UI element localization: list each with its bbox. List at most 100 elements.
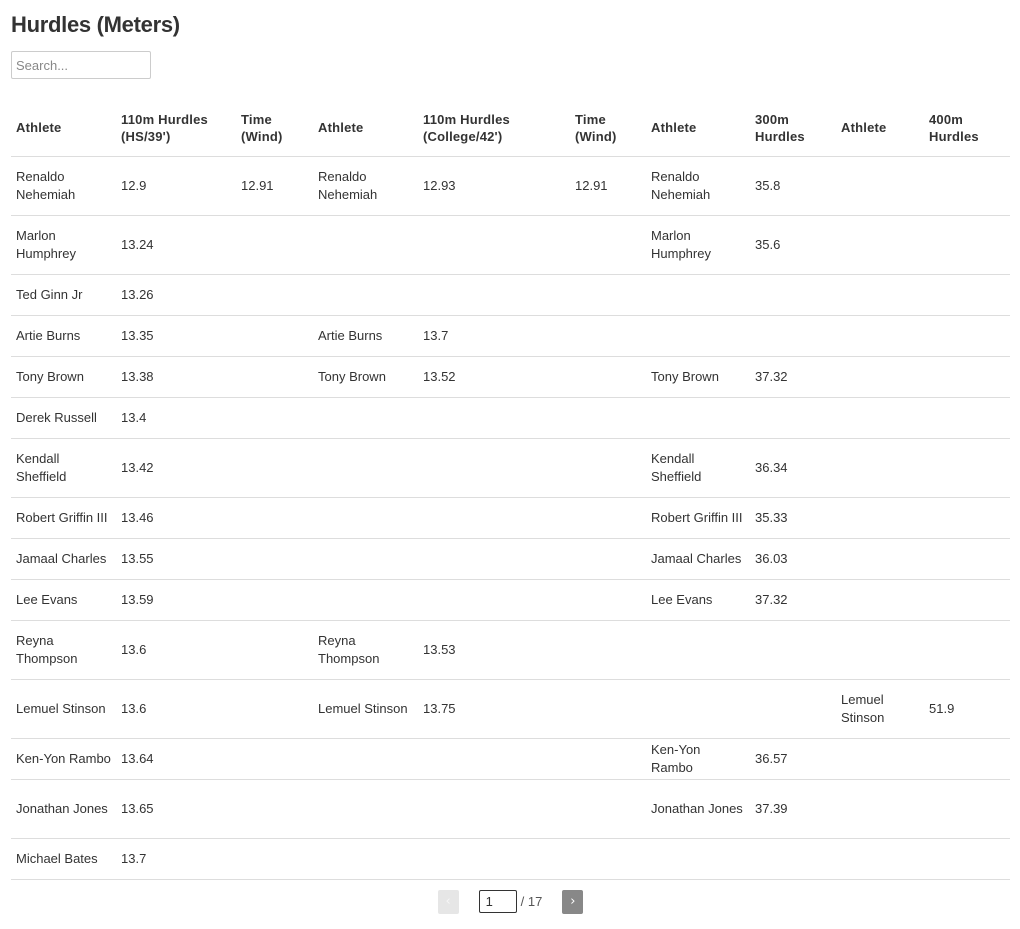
time-cell bbox=[570, 620, 646, 680]
column-header[interactable]: 300m Hurdles bbox=[750, 100, 836, 157]
chevron-left-icon: ‹ bbox=[445, 893, 451, 909]
time-cell: 13.55 bbox=[116, 538, 236, 580]
column-header-label: 400m bbox=[929, 111, 964, 127]
table-row: Marlon Humphrey 13.24 Marlon Humphrey 35.6 bbox=[11, 215, 1010, 275]
time-cell bbox=[236, 538, 313, 580]
time-cell bbox=[570, 779, 646, 839]
table-row: Jamaal Charles 13.55 Jamaal Charles 36.03 bbox=[11, 538, 1010, 580]
hurdles-table: Athlete 110m Hurdles (HS/39') Time (Wind) Ath… bbox=[11, 100, 1010, 880]
column-header[interactable]: Time (Wind) bbox=[236, 100, 313, 157]
time-cell bbox=[570, 274, 646, 316]
table-row: Tony Brown 13.38 Tony Brown 13.52 Tony Brown… bbox=[11, 356, 1010, 398]
athlete-cell bbox=[836, 738, 924, 780]
athlete-cell bbox=[836, 538, 924, 580]
time-cell: 13.7 bbox=[418, 315, 570, 357]
time-cell bbox=[750, 838, 836, 880]
time-cell bbox=[570, 497, 646, 539]
athlete-cell: Reyna Thompson bbox=[313, 620, 418, 680]
page-number-input[interactable] bbox=[478, 890, 517, 913]
time-cell: 13.24 bbox=[116, 215, 236, 275]
column-header[interactable]: 110m Hurdles (College/42') bbox=[418, 100, 570, 157]
time-cell bbox=[924, 215, 1010, 275]
time-cell bbox=[924, 356, 1010, 398]
time-cell bbox=[418, 738, 570, 780]
time-cell: 37.39 bbox=[750, 779, 836, 839]
time-cell bbox=[418, 779, 570, 839]
time-cell: 13.26 bbox=[116, 274, 236, 316]
athlete-cell bbox=[646, 274, 750, 316]
time-cell: 35.33 bbox=[750, 497, 836, 539]
table-row: Ken-Yon Rambo 13.64 Ken-Yon Rambo 36.57 bbox=[11, 738, 1010, 780]
time-cell bbox=[570, 215, 646, 275]
athlete-cell bbox=[836, 315, 924, 357]
prev-page-button[interactable]: ‹ bbox=[437, 889, 459, 914]
time-cell bbox=[924, 620, 1010, 680]
time-cell bbox=[924, 438, 1010, 498]
time-cell bbox=[570, 679, 646, 739]
time-cell bbox=[570, 538, 646, 580]
athlete-cell: Artie Burns bbox=[11, 315, 116, 357]
table-row: Reyna Thompson 13.6 Reyna Thompson 13.53 bbox=[11, 620, 1010, 680]
header-row: Athlete 110m Hurdles (HS/39') Time (Wind) Ath… bbox=[11, 100, 1010, 157]
column-header-label: 110m Hurdles bbox=[121, 111, 208, 127]
athlete-cell: Jonathan Jones bbox=[646, 779, 750, 839]
time-cell: 13.64 bbox=[116, 738, 236, 780]
time-cell: 36.03 bbox=[750, 538, 836, 580]
column-header-label: 300m bbox=[755, 111, 790, 127]
column-header-label: Athlete bbox=[841, 120, 887, 136]
time-cell bbox=[418, 274, 570, 316]
time-cell: 37.32 bbox=[750, 356, 836, 398]
time-cell: 36.34 bbox=[750, 438, 836, 498]
athlete-cell bbox=[313, 738, 418, 780]
search-input[interactable] bbox=[11, 51, 151, 79]
table-row: Lee Evans 13.59 Lee Evans 37.32 bbox=[11, 579, 1010, 621]
athlete-cell: Renaldo Nehemiah bbox=[11, 156, 116, 216]
column-header-label: 110m Hurdles bbox=[423, 111, 510, 127]
time-cell: 35.6 bbox=[750, 215, 836, 275]
athlete-cell bbox=[313, 538, 418, 580]
column-header-label: Athlete bbox=[651, 120, 697, 136]
athlete-cell bbox=[646, 620, 750, 680]
athlete-cell: Tony Brown bbox=[313, 356, 418, 398]
time-cell: 37.32 bbox=[750, 579, 836, 621]
time-cell bbox=[924, 397, 1010, 439]
column-header[interactable]: Athlete bbox=[313, 100, 418, 157]
time-cell bbox=[924, 538, 1010, 580]
column-header[interactable]: 110m Hurdles (HS/39') bbox=[116, 100, 236, 157]
table-body: Renaldo Nehemiah 12.9 12.91 Renaldo Nehemia… bbox=[11, 156, 1010, 880]
column-header-sublabel: Hurdles bbox=[755, 128, 805, 144]
column-header-label: Time bbox=[575, 111, 606, 127]
table-row: Jonathan Jones 13.65 Jonathan Jones 37.39 bbox=[11, 779, 1010, 839]
athlete-cell: Artie Burns bbox=[313, 315, 418, 357]
athlete-cell: Robert Griffin III bbox=[646, 497, 750, 539]
athlete-cell bbox=[836, 356, 924, 398]
time-cell bbox=[236, 497, 313, 539]
page-container: Hurdles (Meters) Athlete110m Hurdles(HS/… bbox=[0, 0, 1020, 915]
athlete-cell: Ted Ginn Jr bbox=[11, 274, 116, 316]
table-row: Artie Burns 13.35 Artie Burns 13.7 bbox=[11, 315, 1010, 357]
time-cell bbox=[924, 838, 1010, 880]
column-header[interactable]: Athlete bbox=[11, 100, 116, 157]
time-cell bbox=[750, 620, 836, 680]
athlete-cell: Reyna Thompson bbox=[11, 620, 116, 680]
time-cell: 13.75 bbox=[418, 679, 570, 739]
athlete-cell bbox=[646, 397, 750, 439]
time-cell bbox=[236, 397, 313, 439]
time-cell bbox=[924, 497, 1010, 539]
time-cell bbox=[418, 438, 570, 498]
table-row: Michael Bates 13.7 bbox=[11, 838, 1010, 880]
time-cell bbox=[924, 315, 1010, 357]
column-header[interactable]: Athlete bbox=[646, 100, 750, 157]
next-page-button[interactable]: › bbox=[562, 889, 584, 914]
column-header[interactable]: Time (Wind) bbox=[570, 100, 646, 157]
table-row: Renaldo Nehemiah 12.9 12.91 Renaldo Nehemia… bbox=[11, 156, 1010, 216]
column-header[interactable]: 400m Hurdles bbox=[924, 100, 1010, 157]
athlete-cell: Lemuel Stinson bbox=[836, 679, 924, 739]
time-cell: 12.91 bbox=[570, 156, 646, 216]
time-cell bbox=[570, 438, 646, 498]
time-cell bbox=[236, 779, 313, 839]
column-header[interactable]: Athlete bbox=[836, 100, 924, 157]
time-cell bbox=[750, 679, 836, 739]
athlete-cell: Tony Brown bbox=[646, 356, 750, 398]
time-cell bbox=[418, 215, 570, 275]
